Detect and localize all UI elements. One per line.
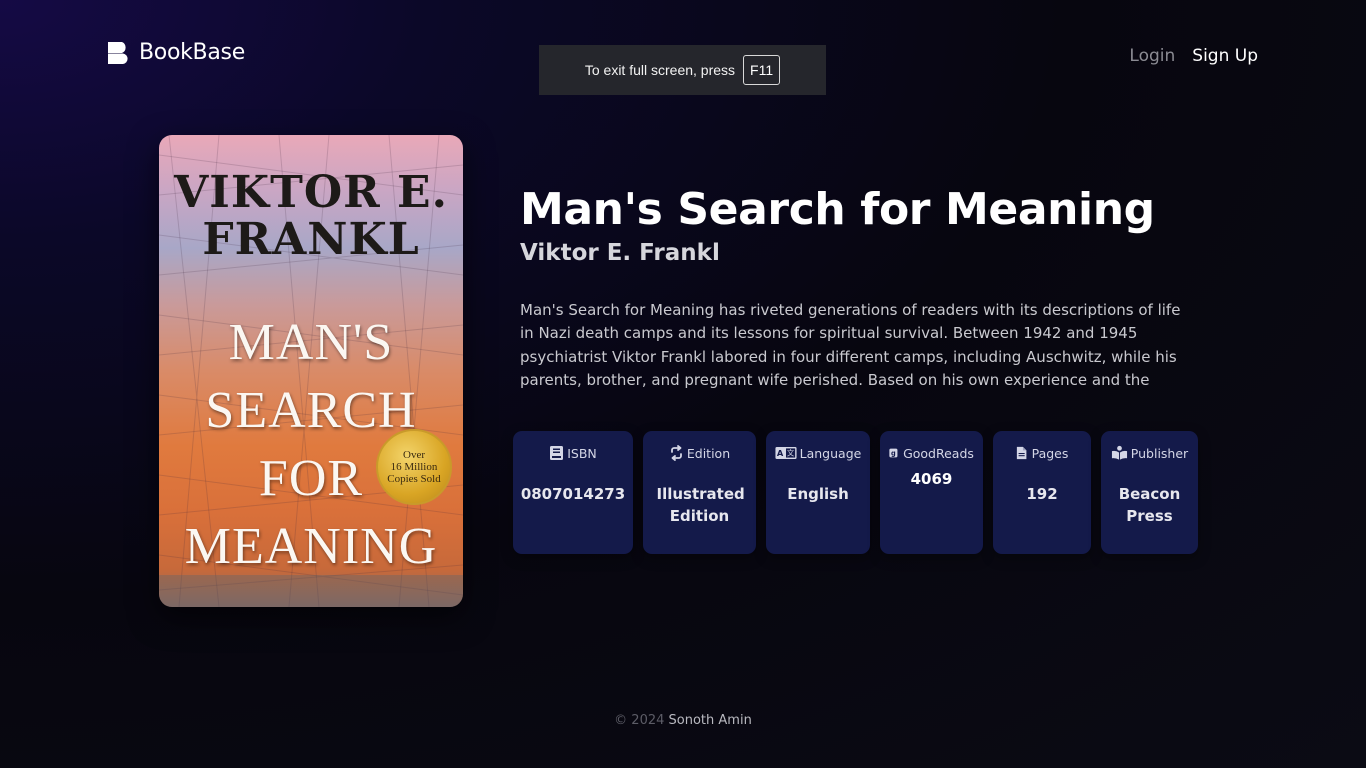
goodreads-icon: g [889,448,898,458]
stat-label: Language [799,445,862,461]
copies-sold-seal: Over 16 Million Copies Sold [376,429,452,505]
brand-name: BookBase [139,40,245,65]
seal-line: Over [403,449,425,461]
svg-text:g: g [891,450,896,458]
stat-card-isbn: ISBN 0807014273 [513,431,633,554]
svg-text:A: A [776,448,783,458]
stat-value: 4069 [910,470,953,488]
fullscreen-toast-text: To exit full screen, press [584,62,736,78]
book-title: Man's Search for Meaning [520,184,1155,235]
stat-card-goodreads: g GoodReads 4069 [880,431,983,554]
seal-line: Copies Sold [387,473,441,485]
language-icon: A文 [775,447,797,459]
cover-author-line: FRANKL [202,214,420,265]
stat-label: ISBN [567,445,597,461]
book-icon [550,446,564,460]
file-icon [1016,446,1027,460]
stat-card-language: A文 Language English [766,431,870,554]
stat-value: 0807014273 [520,485,626,503]
top-nav: Login Sign Up [1129,45,1258,67]
stat-value: 192 [1026,485,1058,503]
reader-icon [1111,445,1127,460]
book-details: Man's Search for Meaning Viktor E. Frank… [520,183,1200,396]
footer: © 2024 Sonoth Amin [0,713,1366,728]
cover-title-line: MAN'S [228,314,394,371]
bookbase-logo-icon [108,41,128,64]
book-stats: ISBN 0807014273 Edition Illustrated Edit… [513,431,1198,554]
cover-author-line: VIKTOR E. [174,167,448,218]
brand-logo[interactable]: BookBase [108,40,245,65]
stat-label: Pages [1031,445,1069,461]
repeat-icon [670,445,682,461]
stat-label: Edition [686,445,731,461]
stat-value: English [787,485,849,503]
stat-value: Illustrated Edition [656,485,745,525]
stat-card-publisher: Publisher Beacon Press [1101,431,1198,554]
footer-copyright: © 2024 [614,713,665,728]
book-cover-image: VIKTOR E. FRANKL MAN'S SEARCH FOR MEANIN… [159,135,463,607]
cover-author-text: VIKTOR E. FRANKL [159,169,463,263]
fullscreen-exit-toast: To exit full screen, press F11 [539,45,826,95]
svg-text:文: 文 [787,449,795,458]
stat-card-edition: Edition Illustrated Edition [643,431,756,554]
stat-value: Beacon Press [1118,485,1181,525]
stat-label: GoodReads [903,445,974,461]
book-description: Man's Search for Meaning has riveted gen… [520,301,1181,396]
signup-link[interactable]: Sign Up [1192,46,1258,66]
book-author: Viktor E. Frankl [520,240,720,266]
stat-card-pages: Pages 192 [993,431,1091,554]
cover-title-line: MEANING [184,518,438,575]
login-link[interactable]: Login [1129,46,1175,66]
fullscreen-key-badge: F11 [743,55,781,85]
stat-label: Publisher [1130,445,1189,461]
seal-line: 16 Million [390,461,438,473]
footer-owner: Sonoth Amin [668,713,752,728]
